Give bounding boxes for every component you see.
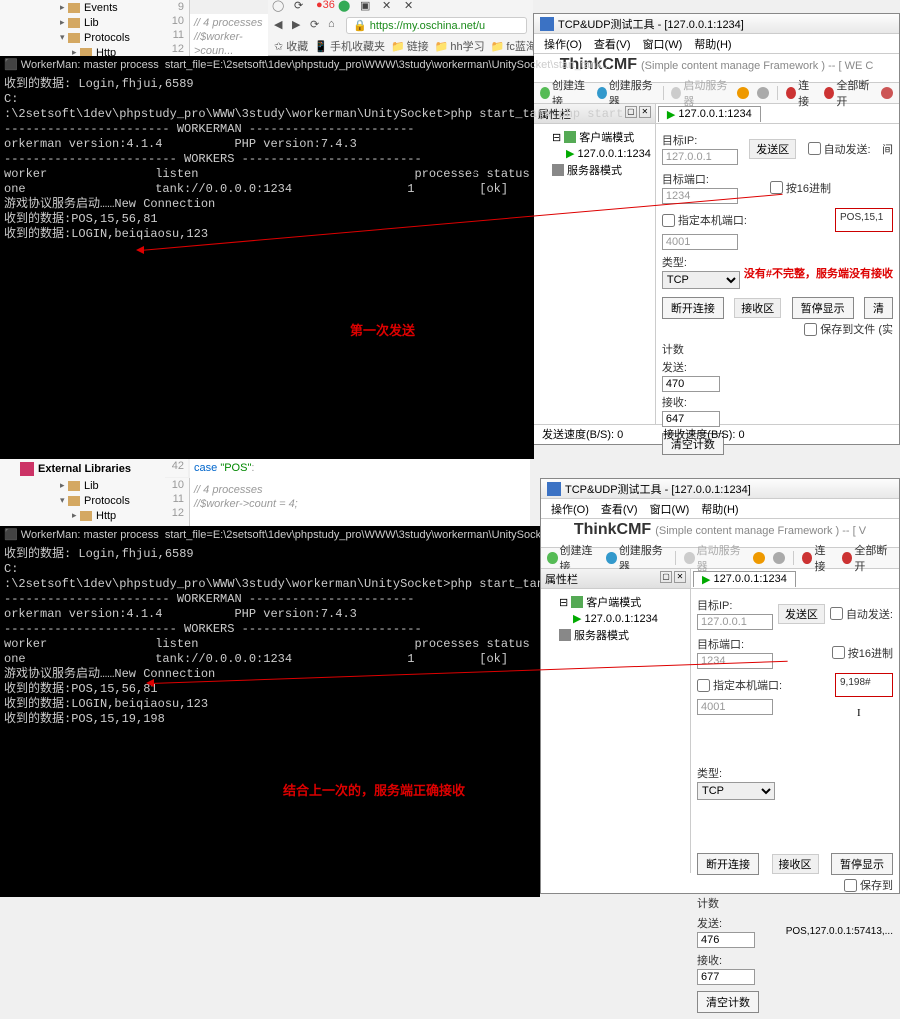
count-label: 计数 [662,341,684,357]
tcp-tool-window-bottom: TCP&UDP测试工具 - [127.0.0.1:1234] 操作(O) 查看(… [540,478,900,894]
terminal-top: ⬛ WorkerMan: master process start_file=E… [0,56,534,456]
pause-button[interactable]: 暂停显示 [792,297,854,319]
send-msg-box[interactable]: POS,15,1 [835,208,893,232]
toolbar-del[interactable] [881,87,893,99]
red-warning: 没有#不完整，服务端没有接收 [744,265,893,281]
tcp-tool-window-top: TCP&UDP测试工具 - [127.0.0.1:1234] 操作(O) 查看(… [533,13,900,445]
browser-top: ◯⟳●36⬤▣✕✕ ◀ ▶ ⟳ ⌂ 🔒 https://my.oschina.n… [268,0,533,56]
save-checkbox[interactable] [804,323,817,336]
caret-icon: I [857,707,867,721]
send-msg-box-b[interactable]: 9,198# [835,673,893,697]
tree-server-mode[interactable]: 服务器模式 [538,161,651,179]
hex-checkbox[interactable] [770,181,783,194]
target-ip-label: 目标IP: [662,132,697,148]
menu-view[interactable]: 查看(V) [594,36,631,52]
target-ip-input[interactable] [662,149,738,165]
tcp-sidebar: 属性栏▢✕ ⊟客户端模式 ▶127.0.0.1:1234 服务器模式 [534,104,656,424]
terminal-body-b[interactable]: 收到的数据: Login,fhjui,6589 C: :\2setsoft\1d… [0,545,540,897]
tree-http-b[interactable]: ▸Http [0,508,189,523]
toolbar-icon2[interactable] [757,87,769,99]
tcp-menubar[interactable]: 操作(O) 查看(V) 窗口(W) 帮助(H) [534,34,899,54]
app-icon [540,17,554,31]
sidebar-pin-icon[interactable]: ▢ [625,106,637,118]
tcp-titlebar[interactable]: TCP&UDP测试工具 - [127.0.0.1:1234] [534,14,899,34]
recv-text: POS,127.0.0.1:57413,... [786,926,893,937]
home-icon[interactable]: ⌂ [328,18,342,32]
external-libraries[interactable]: External Libraries [0,459,165,479]
tree-lib[interactable]: ▸Lib [0,15,189,30]
tree-conn[interactable]: ▶127.0.0.1:1234 [538,146,651,161]
tree-client-mode[interactable]: ⊟客户端模式 [538,128,651,146]
tcp-toolbar: 创建连接 创建服务器 启动服务器 连接 全部断开 [534,82,899,104]
recv-count-b[interactable] [697,969,755,985]
reload-icon[interactable]: ⟳ [310,18,324,32]
disconnect-button[interactable]: 断开连接 [662,297,724,319]
annotation-first-send: 第一次发送 [350,320,415,339]
menu-help[interactable]: 帮助(H) [694,36,731,52]
local-port-checkbox[interactable] [662,214,675,227]
ide-gutter: 9101112 [162,0,188,56]
cursor-icon: ↖ [437,340,447,354]
tree-events[interactable]: ▸Events [0,0,189,15]
address-bar[interactable]: 🔒 https://my.oschina.net/u [346,17,527,34]
recv-msg-box-b [783,717,893,847]
cursor-icon: ↖ [469,165,479,179]
menu-window[interactable]: 窗口(W) [643,36,683,52]
auto-send-checkbox[interactable] [808,142,821,155]
clear-button[interactable]: 清 [864,297,893,319]
send-area-label: 发送区 [749,139,796,159]
target-ip-input-b[interactable] [697,614,773,630]
conn-tab[interactable]: ▶127.0.0.1:1234 [658,106,761,122]
back-icon[interactable]: ◀ [274,18,288,32]
send-count[interactable] [662,376,720,392]
terminal-body[interactable]: 收到的数据: Login,fhjui,6589 C: :\2setsoft\1d… [0,75,534,459]
send-count-b[interactable] [697,932,755,948]
terminal-bottom: ⬛ WorkerMan: master process start_file=E… [0,526,540,894]
clear-count-button-b[interactable]: 清空计数 [697,991,759,1013]
tree-protocols-b[interactable]: ▾Protocols [0,493,189,508]
annotation-second: 结合上一次的，服务端正确接收 [283,780,465,799]
sidebar-close-icon[interactable]: ✕ [639,106,651,118]
local-port-input[interactable] [662,234,738,250]
tree-lib-b[interactable]: ▸Lib [0,478,189,493]
toolbar-icon1[interactable] [737,87,749,99]
forward-icon[interactable]: ▶ [292,18,306,32]
type-select[interactable]: TCP [662,271,740,289]
browser-tab-icons[interactable]: ◯⟳●36⬤▣✕✕ [268,0,533,14]
bookmarks-bar[interactable]: ✩ 收藏 📱手机收藏夹 📁链接 📁hh学习 📁fc蓝海 📁在线... [268,36,533,56]
type-label: 类型: [662,254,687,270]
tree-protocols[interactable]: ▾Protocols [0,30,189,45]
library-icon [20,462,34,476]
recv-area-label: 接收区 [734,298,781,318]
terminal-title: ⬛ WorkerMan: master process start_file=E… [0,56,534,75]
cursor-icon: ↖ [80,532,90,546]
menu-operation[interactable]: 操作(O) [544,36,582,52]
target-port-label: 目标端口: [662,171,709,187]
disconnect-button-b[interactable]: 断开连接 [697,853,759,875]
